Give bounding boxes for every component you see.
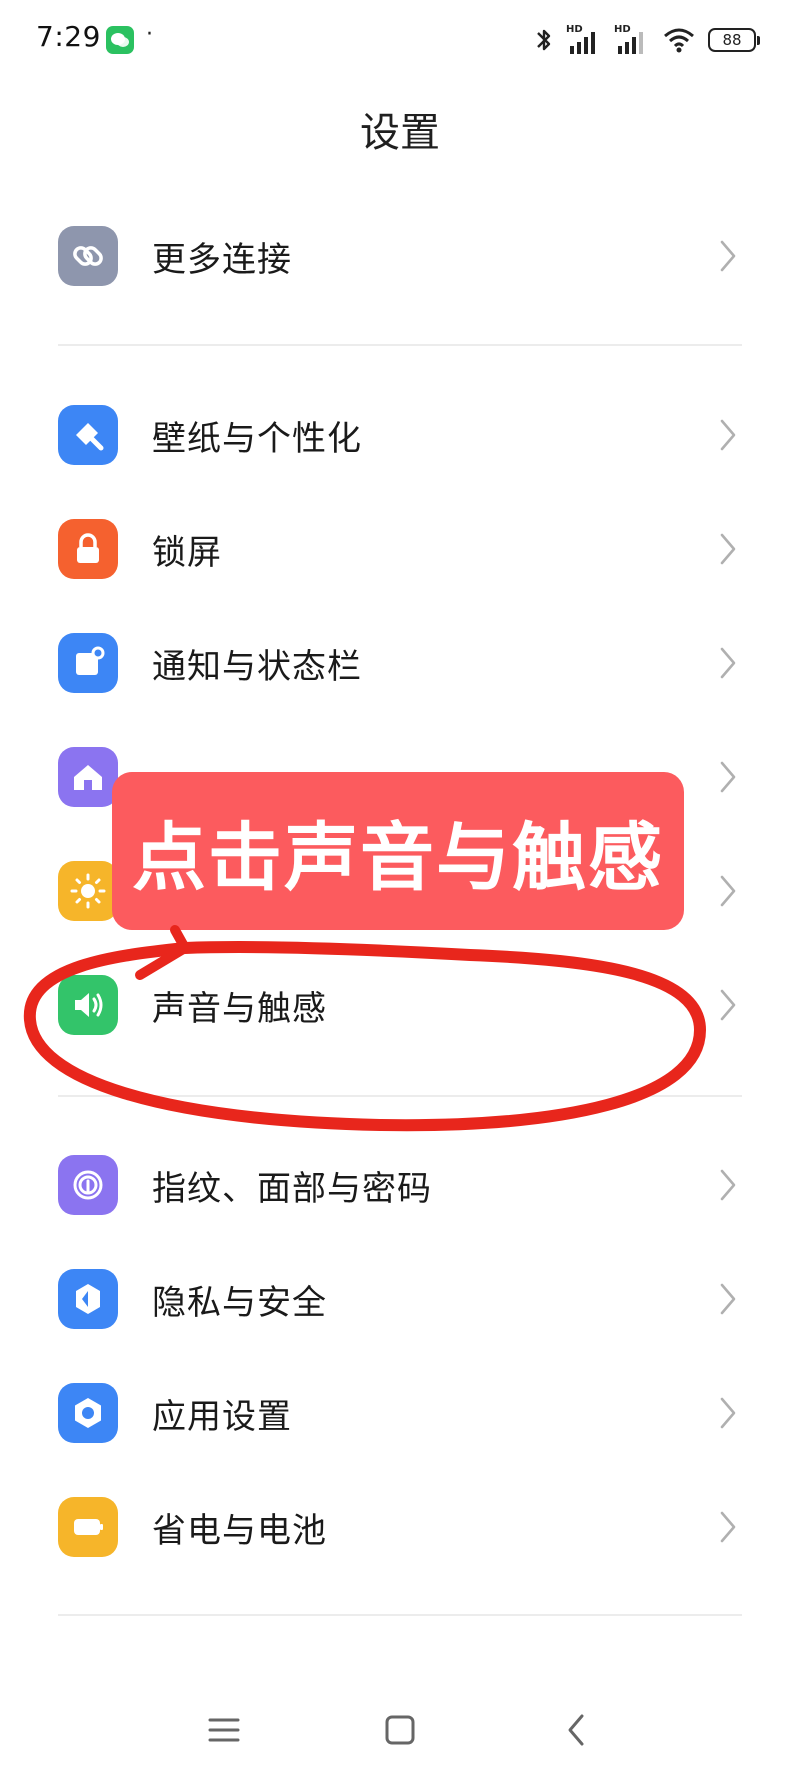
shield-icon [58,1269,118,1329]
fingerprint-icon [58,1155,118,1215]
section-divider [58,1614,742,1616]
settings-item-wallpaper[interactable]: 壁纸与个性化 [0,385,800,485]
back-button[interactable] [546,1700,606,1760]
instruction-callout: 点击声音与触感 [112,772,684,930]
chevron-right-icon [720,647,736,679]
status-icons: HD HD 88 [534,22,760,58]
settings-item-privacy[interactable]: 隐私与安全 [0,1249,800,1349]
battery-indicator: 88 [708,28,760,52]
chevron-right-icon [720,1283,736,1315]
settings-item-label: 更多连接 [152,239,292,280]
settings-item-label: 应用设置 [152,1396,292,1437]
battery-icon [58,1497,118,1557]
menu-button[interactable] [194,1700,254,1760]
status-time: 7:29 [36,20,101,53]
settings-item-label: 省电与电池 [152,1510,327,1551]
settings-item-label: 锁屏 [152,532,222,573]
lock-icon [58,519,118,579]
settings-item-app-settings[interactable]: 应用设置 [0,1363,800,1463]
section-divider [58,1095,742,1097]
chevron-right-icon [720,1511,736,1543]
wifi-icon [664,28,694,53]
home-button[interactable] [370,1700,430,1760]
brush-icon [58,405,118,465]
settings-item-lock-screen[interactable]: 锁屏 [0,499,800,599]
section-divider [58,344,742,346]
chevron-right-icon [720,419,736,451]
settings-item-more-connections[interactable]: 更多连接 [0,206,800,306]
home-square-icon [385,1715,415,1745]
sun-icon [58,861,118,921]
settings-item-label: 声音与触感 [152,988,327,1029]
notification-icon [58,633,118,693]
menu-icon [208,1718,240,1742]
chevron-right-icon [720,533,736,565]
settings-item-label: 通知与状态栏 [152,646,362,687]
chevron-right-icon [720,240,736,272]
speaker-icon [58,975,118,1035]
settings-item-label: 指纹、面部与密码 [152,1168,432,1209]
gear-hex-icon [58,1383,118,1443]
status-bar: 7:29 · HD HD 88 [0,0,800,80]
settings-item-battery[interactable]: 省电与电池 [0,1477,800,1577]
notification-dot-icon: · [146,22,153,47]
page-title: 设置 [360,110,440,156]
home-icon [58,747,118,807]
settings-item-notifications[interactable]: 通知与状态栏 [0,613,800,713]
settings-item-label: 隐私与安全 [152,1282,327,1323]
signal-2-icon: HD [614,24,650,56]
back-icon [568,1714,584,1746]
wechat-icon [106,26,134,54]
settings-item-sound-haptics[interactable]: 声音与触感 [0,955,800,1055]
link-icon [58,226,118,286]
signal-1-icon: HD [566,24,602,56]
settings-item-label: 壁纸与个性化 [152,418,362,459]
chevron-right-icon [720,761,736,793]
chevron-right-icon [720,875,736,907]
bluetooth-icon [537,29,551,51]
chevron-right-icon [720,1169,736,1201]
chevron-right-icon [720,1397,736,1429]
battery-level: 88 [722,31,742,49]
chevron-right-icon [720,989,736,1021]
settings-item-fingerprint[interactable]: 指纹、面部与密码 [0,1135,800,1235]
navigation-bar [0,1690,800,1778]
